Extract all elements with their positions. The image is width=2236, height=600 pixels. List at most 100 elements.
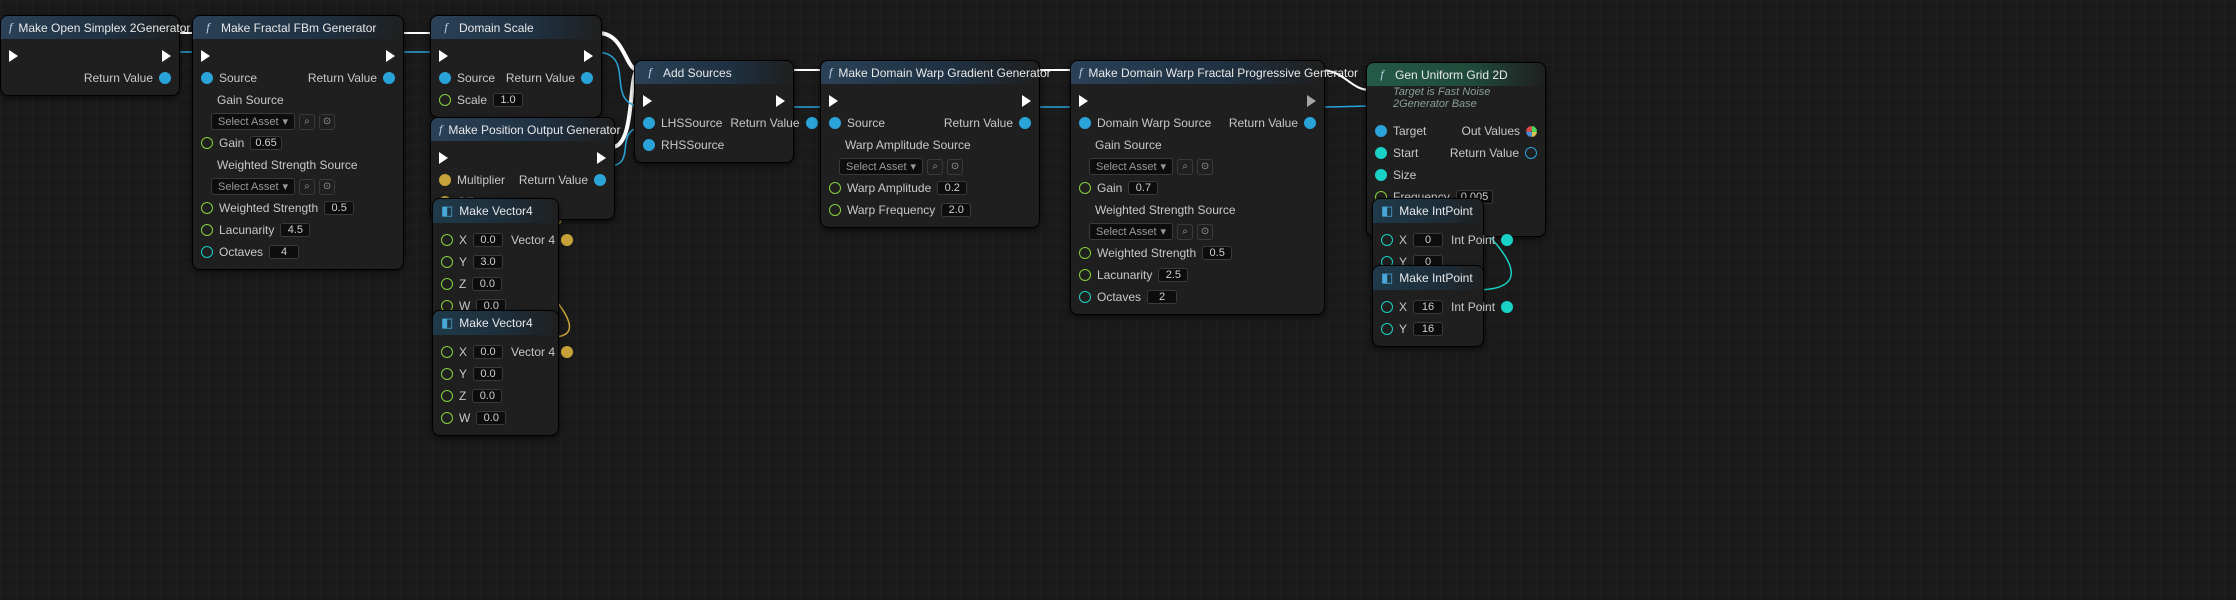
node-make-vector4-a[interactable]: ◧ Make Vector4 X0.0 Vector 4 Y3.0 Z0.0 W… (432, 198, 559, 324)
dws-pin[interactable] (1079, 117, 1091, 129)
node-fractal-fbm[interactable]: f Make Fractal FBm Generator Source Retu… (192, 15, 404, 270)
y-pin[interactable] (441, 256, 453, 268)
lhs-pin[interactable] (643, 117, 655, 129)
ws-pin[interactable] (1079, 247, 1091, 259)
browse-icon[interactable]: ⌕ (927, 159, 943, 175)
exec-in-pin[interactable] (439, 152, 448, 164)
exec-out-pin[interactable] (597, 152, 606, 164)
warp-frequency-pin[interactable] (829, 204, 841, 216)
octaves-value[interactable]: 4 (269, 245, 299, 259)
node-header[interactable]: f Gen Uniform Grid 2D (1367, 63, 1545, 86)
source-pin[interactable] (201, 72, 213, 84)
source-pin[interactable] (439, 72, 451, 84)
return-value-pin[interactable] (581, 72, 593, 84)
use-selected-icon[interactable]: ⊙ (1197, 224, 1213, 240)
node-add-sources[interactable]: f Add Sources LHSSource Return Value RHS… (634, 60, 794, 163)
node-warp-gradient[interactable]: f Make Domain Warp Gradient Generator So… (820, 60, 1040, 228)
node-header[interactable]: f Make Fractal FBm Generator (193, 16, 403, 39)
node-make-vector4-b[interactable]: ◧ Make Vector4 X0.0 Vector 4 Y0.0 Z0.0 W… (432, 310, 559, 436)
warp-amplitude-pin[interactable] (829, 182, 841, 194)
octaves-pin[interactable] (1079, 291, 1091, 303)
scale-value[interactable]: 1.0 (493, 93, 523, 107)
z-pin[interactable] (441, 390, 453, 402)
rhs-pin[interactable] (643, 139, 655, 151)
exec-out-pin[interactable] (1022, 95, 1031, 107)
return-value-pin[interactable] (1019, 117, 1031, 129)
node-header[interactable]: ◧ Make IntPoint (1373, 266, 1483, 290)
use-selected-icon[interactable]: ⊙ (319, 114, 335, 130)
browse-icon[interactable]: ⌕ (1177, 159, 1193, 175)
return-value-pin[interactable] (806, 117, 818, 129)
target-pin[interactable] (1375, 125, 1387, 137)
ws-source-asset-picker[interactable]: Select Asset▾ ⌕ ⊙ (211, 178, 403, 195)
y-pin[interactable] (1381, 323, 1393, 335)
node-open-simplex[interactable]: f Make Open Simplex 2Generator Return Va… (0, 15, 180, 96)
ws-value[interactable]: 0.5 (324, 201, 354, 215)
lacunarity-pin[interactable] (1079, 269, 1091, 281)
exec-out-pin[interactable] (584, 50, 593, 62)
return-value-pin[interactable] (1304, 117, 1316, 129)
intpoint-out-pin[interactable] (1501, 234, 1513, 246)
return-value-pin[interactable] (383, 72, 395, 84)
node-header[interactable]: f Make Domain Warp Gradient Generator (821, 61, 1039, 84)
use-selected-icon[interactable]: ⊙ (1197, 159, 1213, 175)
node-header[interactable]: f Make Position Output Generator (431, 118, 614, 141)
node-header[interactable]: ◧ Make IntPoint (1373, 199, 1483, 223)
vector4-out-pin[interactable] (561, 346, 573, 358)
y-pin[interactable] (441, 368, 453, 380)
node-header[interactable]: ◧ Make Vector4 (433, 199, 558, 223)
octaves-pin[interactable] (201, 246, 213, 258)
source-pin[interactable] (829, 117, 841, 129)
size-pin[interactable] (1375, 169, 1387, 181)
x-pin[interactable] (441, 234, 453, 246)
scale-pin[interactable] (439, 94, 451, 106)
exec-in-pin[interactable] (1079, 95, 1088, 107)
return-value-pin[interactable] (594, 174, 606, 186)
exec-out-pin[interactable] (162, 50, 171, 62)
w-pin[interactable] (441, 412, 453, 424)
ws-pin[interactable] (201, 202, 213, 214)
gain-pin[interactable] (1079, 182, 1091, 194)
node-header[interactable]: f Make Open Simplex 2Generator (1, 16, 179, 39)
node-make-intpoint-b[interactable]: ◧ Make IntPoint X16 Int Point Y16 (1372, 265, 1484, 347)
intpoint-out-pin[interactable] (1501, 301, 1513, 313)
lacunarity-pin[interactable] (201, 224, 213, 236)
node-domain-scale[interactable]: f Domain Scale Source Return Value Scale… (430, 15, 602, 118)
node-header[interactable]: f Domain Scale (431, 16, 601, 39)
ws-source-asset-picker[interactable]: Select Asset▾ ⌕ ⊙ (1089, 223, 1324, 240)
exec-in-pin[interactable] (643, 95, 652, 107)
exec-in-pin[interactable] (829, 95, 838, 107)
exec-in-pin[interactable] (201, 50, 210, 62)
node-header[interactable]: f Add Sources (635, 61, 793, 84)
exec-out-pin[interactable] (776, 95, 785, 107)
browse-icon[interactable]: ⌕ (299, 114, 315, 130)
use-selected-icon[interactable]: ⊙ (319, 179, 335, 195)
x-pin[interactable] (1381, 234, 1393, 246)
x-pin[interactable] (1381, 301, 1393, 313)
x-pin[interactable] (441, 346, 453, 358)
exec-in-pin[interactable] (439, 50, 448, 62)
exec-out-pin[interactable] (1307, 95, 1316, 107)
multiplier-pin[interactable] (439, 174, 451, 186)
browse-icon[interactable]: ⌕ (1177, 224, 1193, 240)
node-header[interactable]: f Make Domain Warp Fractal Progressive G… (1071, 61, 1324, 84)
node-warp-fractal[interactable]: f Make Domain Warp Fractal Progressive G… (1070, 60, 1325, 315)
browse-icon[interactable]: ⌕ (299, 179, 315, 195)
exec-in-pin[interactable] (9, 50, 18, 62)
amp-source-asset-picker[interactable]: Select Asset▾ ⌕ ⊙ (839, 158, 1039, 175)
gain-value[interactable]: 0.65 (250, 136, 281, 150)
vector4-out-pin[interactable] (561, 234, 573, 246)
exec-out-pin[interactable] (386, 50, 395, 62)
z-pin[interactable] (441, 278, 453, 290)
node-header[interactable]: ◧ Make Vector4 (433, 311, 558, 335)
gain-source-asset-picker[interactable]: Select Asset▾ ⌕ ⊙ (1089, 158, 1324, 175)
use-selected-icon[interactable]: ⊙ (947, 159, 963, 175)
return-value-pin[interactable] (159, 72, 171, 84)
start-pin[interactable] (1375, 147, 1387, 159)
return-value-pin[interactable] (1525, 147, 1537, 159)
function-icon: f (201, 20, 215, 35)
lacunarity-value[interactable]: 4.5 (280, 223, 310, 237)
gain-pin[interactable] (201, 137, 213, 149)
out-values-pin[interactable] (1526, 126, 1537, 137)
gain-source-asset-picker[interactable]: Select Asset▾ ⌕ ⊙ (211, 113, 403, 130)
